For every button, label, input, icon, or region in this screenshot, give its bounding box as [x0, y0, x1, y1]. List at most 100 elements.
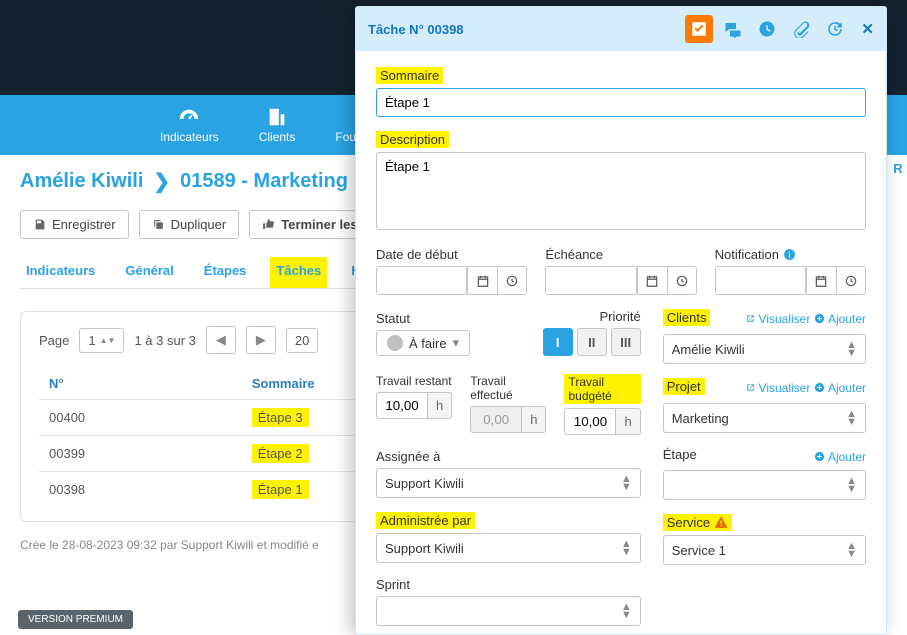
finish-button[interactable]: Terminer les — [249, 210, 370, 239]
step-select[interactable]: ▲▼ — [663, 470, 866, 500]
done-input — [470, 406, 522, 433]
btn-label: Dupliquer — [171, 217, 227, 232]
label-due: Échéance — [545, 247, 696, 262]
col-num[interactable]: N° — [39, 368, 242, 400]
cell-summary: Étape 2 — [252, 444, 309, 463]
tab-comments-icon[interactable] — [719, 15, 747, 43]
start-input[interactable] — [376, 266, 467, 295]
calendar-icon[interactable] — [637, 266, 667, 295]
step-add-link[interactable]: Ajouter — [814, 450, 866, 464]
clock-icon[interactable] — [497, 266, 527, 295]
external-icon — [745, 382, 756, 393]
pager-label: Page — [39, 333, 69, 348]
sprint-select[interactable]: ▲▼ — [376, 596, 641, 626]
info-icon[interactable] — [783, 247, 796, 262]
service-value: Service 1 — [672, 543, 726, 558]
close-icon[interactable]: ✕ — [861, 20, 874, 38]
save-button[interactable]: Enregistrer — [20, 210, 129, 239]
calendar-icon[interactable] — [806, 266, 836, 295]
paperclip-icon — [792, 20, 810, 38]
comments-icon — [724, 20, 742, 38]
tab-general[interactable]: Général — [119, 257, 179, 288]
admin-value: Support Kiwili — [385, 541, 464, 556]
priority-2[interactable]: II — [577, 328, 607, 356]
priority-1[interactable]: I — [543, 328, 573, 356]
label-service: Service — [663, 514, 866, 531]
label-description: Description — [376, 131, 866, 148]
external-icon — [745, 313, 756, 324]
modal-title: Tâche N° 00398 — [368, 22, 679, 37]
tab-indicateurs[interactable]: Indicateurs — [20, 257, 101, 288]
nav-label: Clients — [259, 130, 296, 144]
remain-input[interactable] — [376, 392, 428, 419]
project-add-link[interactable]: Ajouter — [814, 381, 866, 395]
label-priority: Priorité — [488, 309, 641, 324]
label-notif: Notification — [715, 247, 866, 262]
tab-attach-icon[interactable] — [787, 15, 815, 43]
clock-icon[interactable] — [836, 266, 866, 295]
assignee-select[interactable]: Support Kiwili▲▼ — [376, 468, 641, 498]
clients-view-link[interactable]: Visualiser — [745, 312, 811, 326]
premium-badge: VERSION PREMIUM — [18, 610, 133, 629]
cell-num: 00398 — [39, 472, 242, 508]
pager-next[interactable]: ▶ — [246, 326, 276, 354]
sommaire-input[interactable] — [376, 88, 866, 117]
status-value: À faire — [409, 336, 447, 351]
warning-icon — [714, 515, 728, 530]
save-icon — [33, 218, 46, 231]
duplicate-button[interactable]: Dupliquer — [139, 210, 240, 239]
assignee-value: Support Kiwili — [385, 476, 464, 491]
right-fragment: R — [889, 155, 907, 199]
breadcrumb-project[interactable]: 01589 - Marketing — [180, 170, 348, 193]
project-value: Marketing — [672, 411, 729, 426]
btn-label: Enregistrer — [52, 217, 116, 232]
status-select[interactable]: À faire▾ — [376, 330, 470, 356]
cell-num: 00399 — [39, 436, 242, 472]
calendar-icon[interactable] — [467, 266, 497, 295]
rightstrip — [889, 95, 907, 155]
project-select[interactable]: Marketing▲▼ — [663, 403, 866, 433]
thumb-icon — [262, 218, 275, 231]
clock-icon[interactable] — [667, 266, 697, 295]
project-view-link[interactable]: Visualiser — [745, 381, 811, 395]
label-clients: Clients — [663, 309, 711, 326]
breadcrumb-user[interactable]: Amélie Kiwili — [20, 170, 143, 193]
gauge-icon — [175, 106, 203, 128]
cell-summary: Étape 3 — [252, 408, 309, 427]
status-dot-icon — [387, 335, 403, 351]
description-input[interactable]: Étape 1 — [376, 152, 866, 230]
page-size[interactable]: 20 — [286, 328, 318, 353]
label-start: Date de début — [376, 247, 527, 262]
plus-icon — [814, 382, 825, 393]
tab-etapes[interactable]: Étapes — [198, 257, 253, 288]
service-select[interactable]: Service 1▲▼ — [663, 535, 866, 565]
copy-icon — [152, 218, 165, 231]
notif-input[interactable] — [715, 266, 806, 295]
tab-time-icon[interactable] — [753, 15, 781, 43]
tab-details-icon[interactable] — [685, 15, 713, 43]
label-project: Projet — [663, 378, 705, 395]
unit-label: h — [428, 392, 452, 419]
page-input[interactable]: 1▲▼ — [79, 328, 124, 353]
budget-input[interactable] — [564, 408, 616, 435]
history-icon — [826, 20, 844, 38]
label-sommaire: Sommaire — [376, 67, 866, 84]
tab-history-icon[interactable] — [821, 15, 849, 43]
label-assignee: Assignée à — [376, 449, 641, 464]
unit-label: h — [522, 406, 546, 433]
clients-add-link[interactable]: Ajouter — [814, 312, 866, 326]
pager-prev[interactable]: ◀ — [206, 326, 236, 354]
due-input[interactable] — [545, 266, 636, 295]
building-icon — [263, 106, 291, 128]
nav-clients[interactable]: Clients — [259, 106, 296, 144]
client-select[interactable]: Amélie Kiwili▲▼ — [663, 334, 866, 364]
nav-label: Indicateurs — [160, 130, 219, 144]
label-admin: Administrée par — [376, 512, 641, 529]
nav-indicateurs[interactable]: Indicateurs — [160, 106, 219, 144]
clock-icon — [758, 20, 776, 38]
priority-3[interactable]: III — [611, 328, 641, 356]
admin-select[interactable]: Support Kiwili▲▼ — [376, 533, 641, 563]
tab-taches[interactable]: Tâches — [270, 257, 327, 288]
label-sprint: Sprint — [376, 577, 641, 592]
cell-summary: Étape 1 — [252, 480, 309, 499]
